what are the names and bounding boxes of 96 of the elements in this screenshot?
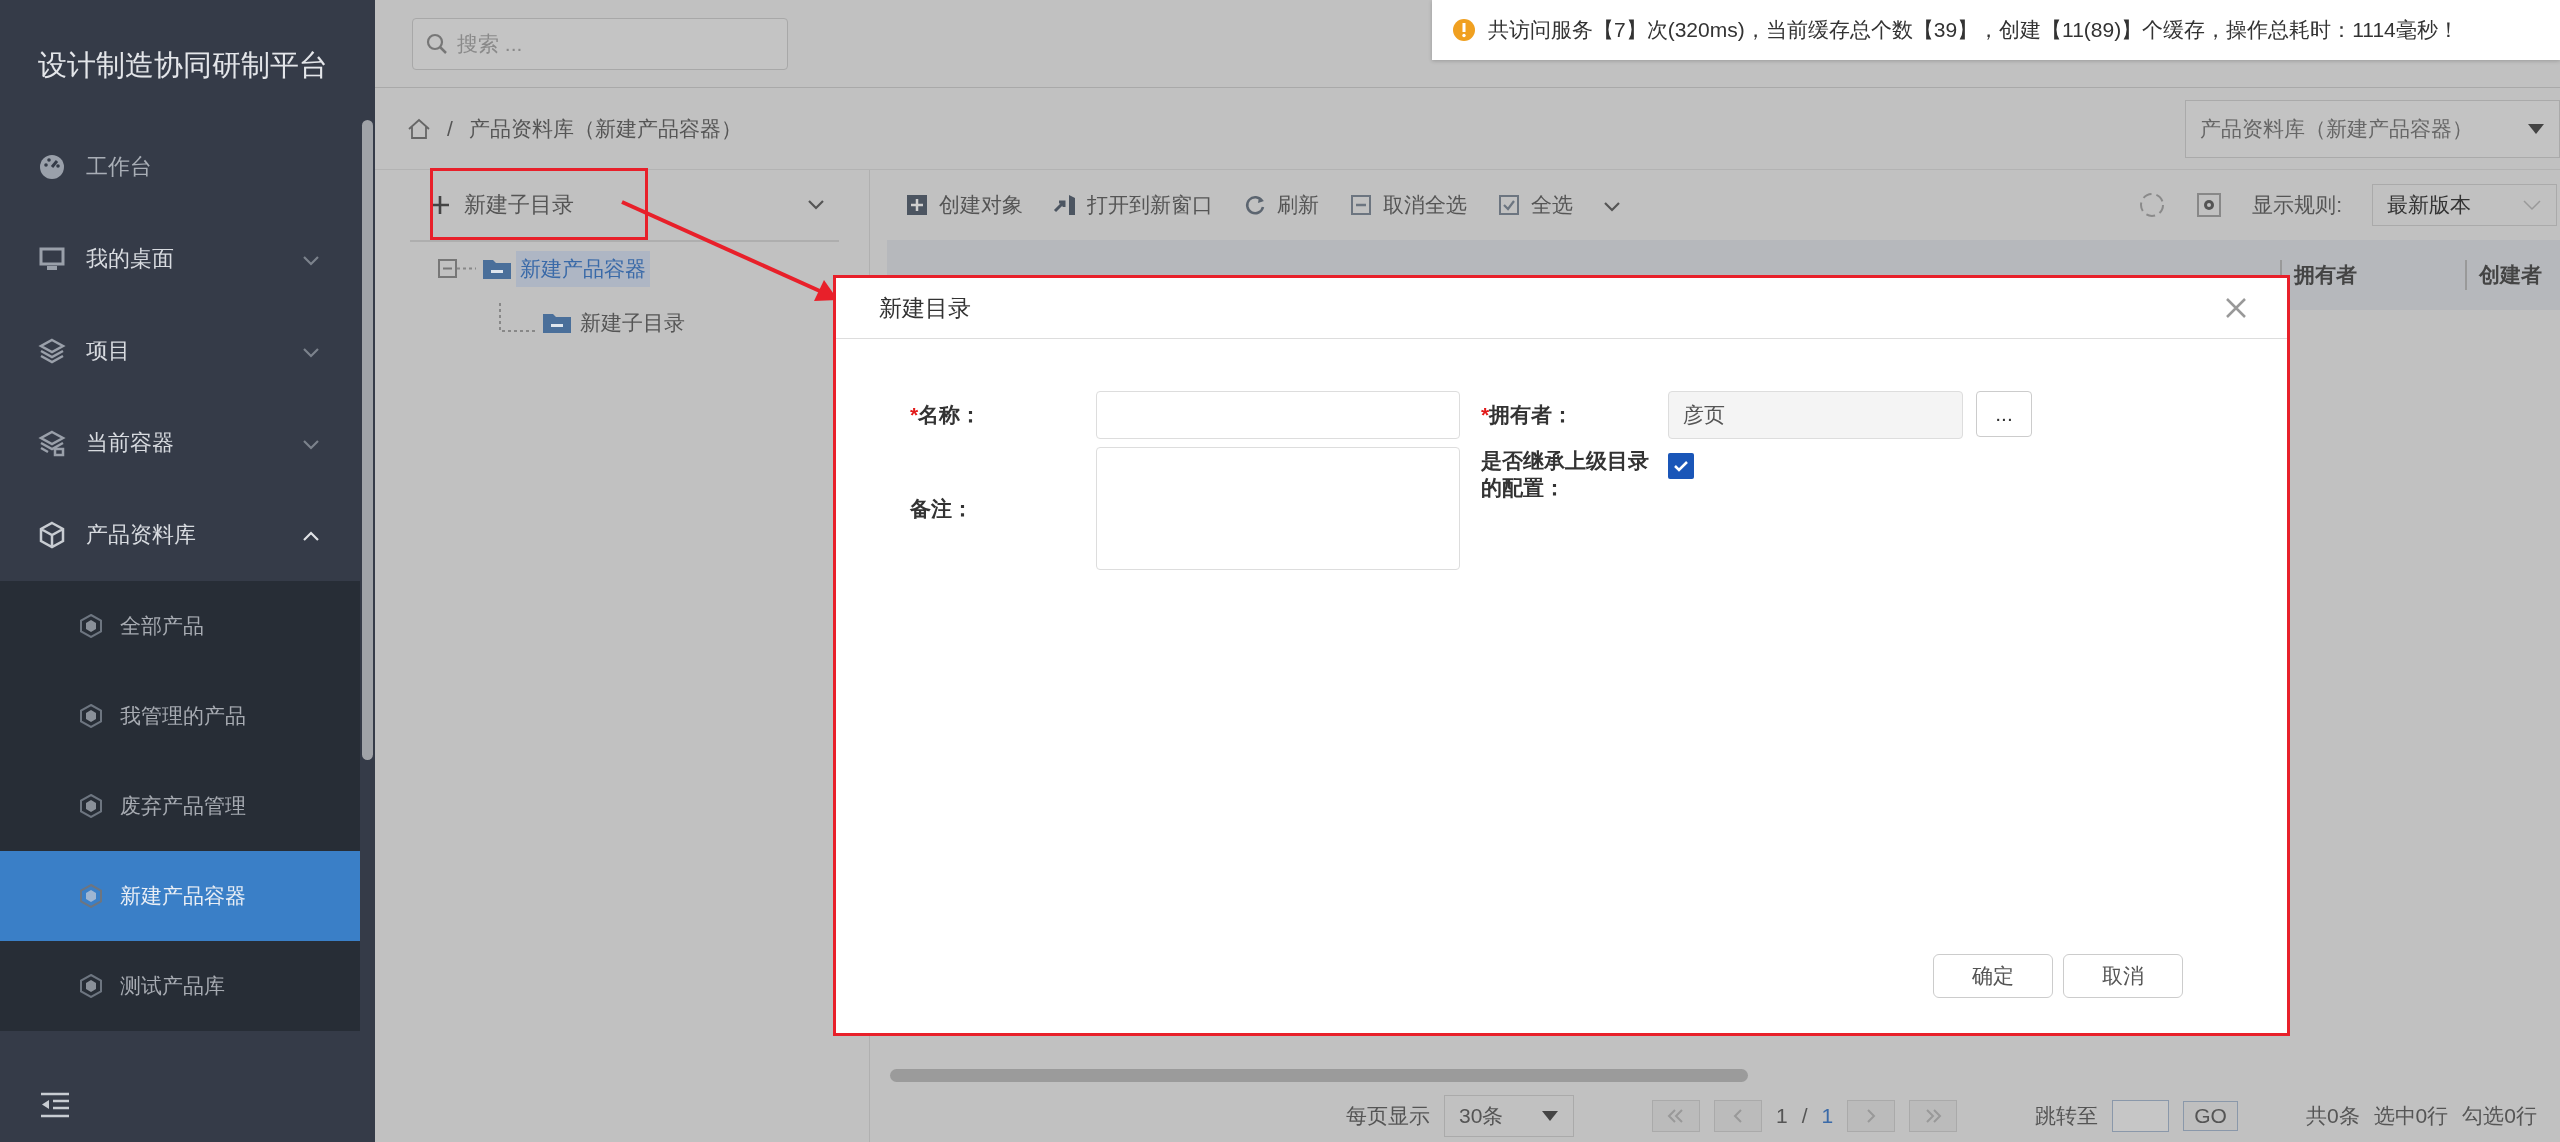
hexagon-cube-icon	[80, 704, 102, 728]
chevron-down-icon	[302, 438, 320, 450]
inherit-checkbox[interactable]	[1668, 453, 1694, 479]
page-number-field[interactable]	[2112, 1100, 2170, 1132]
chevron-up-icon	[302, 530, 320, 542]
breadcrumb-separator: /	[447, 116, 453, 141]
collapse-menu-icon[interactable]	[40, 1092, 70, 1118]
warning-icon	[1452, 18, 1476, 42]
sidebar-item[interactable]: 项目	[0, 305, 360, 397]
sidebar-item[interactable]: 我的桌面	[0, 213, 360, 305]
current-page: 1	[1776, 1104, 1788, 1128]
field-label: *拥有者：	[1481, 402, 1575, 428]
toolbar-button[interactable]: 取消全选	[1349, 191, 1467, 219]
cube-icon	[38, 521, 66, 549]
sidebar-subitem[interactable]: 全部产品	[0, 581, 360, 671]
chevron-right-icon	[1865, 1108, 1878, 1124]
caret-down-icon	[1541, 1110, 1559, 1122]
double-chevron-right-icon	[1923, 1108, 1944, 1124]
tree-node[interactable]: 新建子目录	[576, 305, 689, 341]
first-page-button[interactable]	[1652, 1100, 1700, 1132]
plus-square-icon	[905, 193, 929, 217]
page-size-select[interactable]: 30条	[1444, 1095, 1574, 1137]
display-rule-label: 显示规则:	[2252, 192, 2342, 218]
page-separator: /	[1801, 1104, 1808, 1128]
name-field[interactable]	[1096, 391, 1460, 439]
toolbar-button[interactable]: 创建对象	[905, 191, 1023, 219]
page-size-label: 每页显示	[1346, 1103, 1430, 1129]
hexagon-cube-icon	[80, 884, 102, 908]
layers-icon	[38, 337, 66, 365]
sidebar-subitem[interactable]: 我管理的产品	[0, 671, 360, 761]
sidebar-item[interactable]: 当前容器	[0, 397, 360, 489]
chevron-down-icon	[2522, 199, 2542, 211]
browse-button[interactable]: ...	[1976, 391, 2032, 437]
breadcrumb-item[interactable]: 产品资料库（新建产品容器）	[468, 114, 742, 143]
folder-icon	[482, 258, 512, 280]
library-select[interactable]: 产品资料库（新建产品容器）	[2185, 99, 2560, 158]
chevron-down-icon	[302, 254, 320, 266]
chevron-down-icon	[807, 198, 825, 210]
display-rule-select[interactable]: 最新版本	[2372, 184, 2557, 226]
hexagon-cube-icon	[80, 974, 102, 998]
horizontal-scrollbar[interactable]	[890, 1069, 1748, 1082]
total-pages: 1	[1821, 1104, 1834, 1128]
notification-text: 共访问服务【7】次(320ms)，当前缓存总个数【39】，创建【11(89)】个缓存，操作总耗时：1114毫秒！	[1488, 17, 2459, 43]
owner-field[interactable]: 彦页	[1668, 391, 1963, 439]
settings-icon[interactable]	[2196, 192, 2223, 218]
sidebar-subitem[interactable]: 新建产品容器	[0, 851, 360, 941]
chevron-down-icon	[302, 346, 320, 358]
caret-down-icon	[2527, 122, 2545, 135]
chevron-down-icon	[1603, 200, 1621, 212]
gauge-icon	[38, 153, 66, 181]
chevron-left-icon	[1732, 1108, 1744, 1124]
home-icon[interactable]	[407, 117, 431, 140]
scrollbar[interactable]	[362, 120, 373, 760]
tree-node[interactable]: 新建产品容器	[516, 251, 650, 287]
field-label: *名称：	[910, 402, 983, 428]
collapse-toggle-icon[interactable]	[438, 258, 478, 280]
field-label: 是否继承上级目录的配置：	[1481, 448, 1650, 502]
hexagon-cube-icon	[80, 614, 102, 638]
cancel-button[interactable]: 取消	[2063, 954, 2183, 998]
summary-text: 共0条	[2305, 1103, 2360, 1129]
last-page-button[interactable]	[1909, 1100, 1958, 1132]
monitor-icon	[38, 245, 66, 273]
dialog-title: 新建目录	[879, 293, 971, 323]
check-icon	[1673, 459, 1689, 473]
search-icon	[426, 32, 448, 55]
field-label: 备注：	[910, 495, 974, 522]
check-square-icon	[1497, 193, 1521, 217]
toolbar-button[interactable]: 打开到新窗口	[1053, 191, 1213, 219]
go-button[interactable]: GO	[2183, 1101, 2238, 1131]
open-window-icon	[1053, 193, 1077, 217]
sidebar-subitem[interactable]: 测试产品库	[0, 941, 360, 1031]
sidebar-subitem[interactable]: 废弃产品管理	[0, 761, 360, 851]
next-page-button[interactable]	[1847, 1100, 1896, 1132]
toolbar-button[interactable]: 刷新	[1243, 191, 1319, 219]
sidebar-item[interactable]: 产品资料库	[0, 489, 360, 581]
hexagon-cube-icon	[80, 794, 102, 818]
plus-icon	[430, 195, 450, 215]
remark-field[interactable]	[1096, 447, 1460, 570]
summary-text: 勾选0行	[2462, 1103, 2537, 1129]
new-subfolder-button[interactable]: 新建子目录	[430, 190, 574, 220]
boxes-icon	[38, 429, 66, 457]
close-icon[interactable]	[2225, 297, 2247, 319]
loading-ring-icon	[2138, 191, 2167, 219]
folder-icon	[542, 312, 572, 334]
confirm-button[interactable]: 确定	[1933, 954, 2053, 998]
summary-text: 选中0行	[2373, 1103, 2449, 1129]
toolbar-button[interactable]: 全选	[1497, 191, 1573, 219]
refresh-icon	[1243, 193, 1267, 217]
double-chevron-left-icon	[1666, 1108, 1686, 1124]
column-header[interactable]: 创建者	[2465, 260, 2560, 290]
app-title: 设计制造协同研制平台	[37, 47, 329, 83]
jump-label: 跳转至	[2035, 1103, 2099, 1129]
search-field[interactable]: 搜索 ...	[412, 17, 788, 70]
minus-square-icon	[1349, 193, 1373, 217]
previous-page-button[interactable]	[1714, 1100, 1762, 1132]
sidebar-item[interactable]: 工作台	[0, 121, 360, 213]
